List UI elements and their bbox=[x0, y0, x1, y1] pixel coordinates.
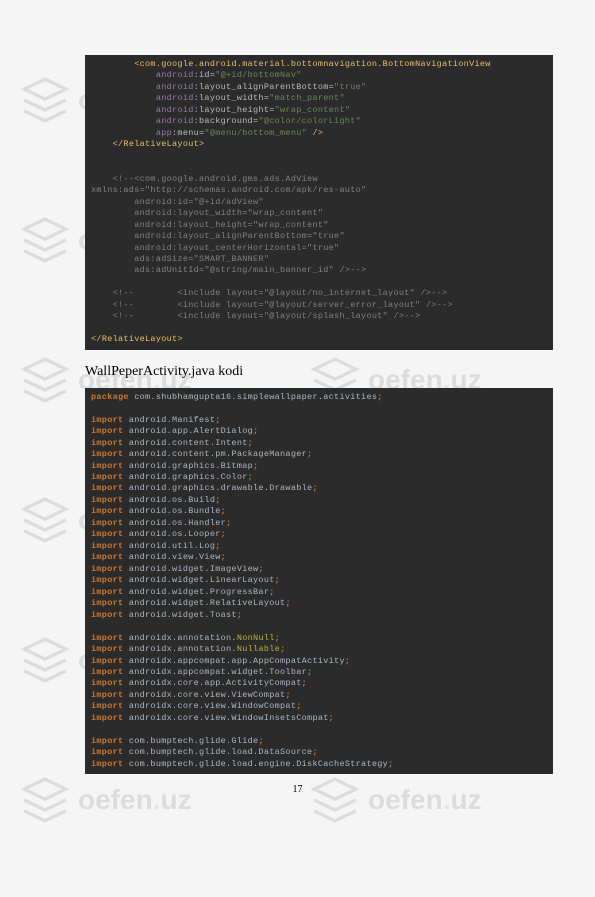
java-code-block: package com.shubhamgupta16.simplewallpap… bbox=[85, 388, 553, 774]
section-title: WallPeperActivity.java kodi bbox=[85, 364, 595, 380]
page-content: <com.google.android.material.bottomnavig… bbox=[0, 55, 595, 795]
xml-code-block: <com.google.android.material.bottomnavig… bbox=[85, 55, 553, 350]
page-number: 17 bbox=[0, 784, 595, 795]
